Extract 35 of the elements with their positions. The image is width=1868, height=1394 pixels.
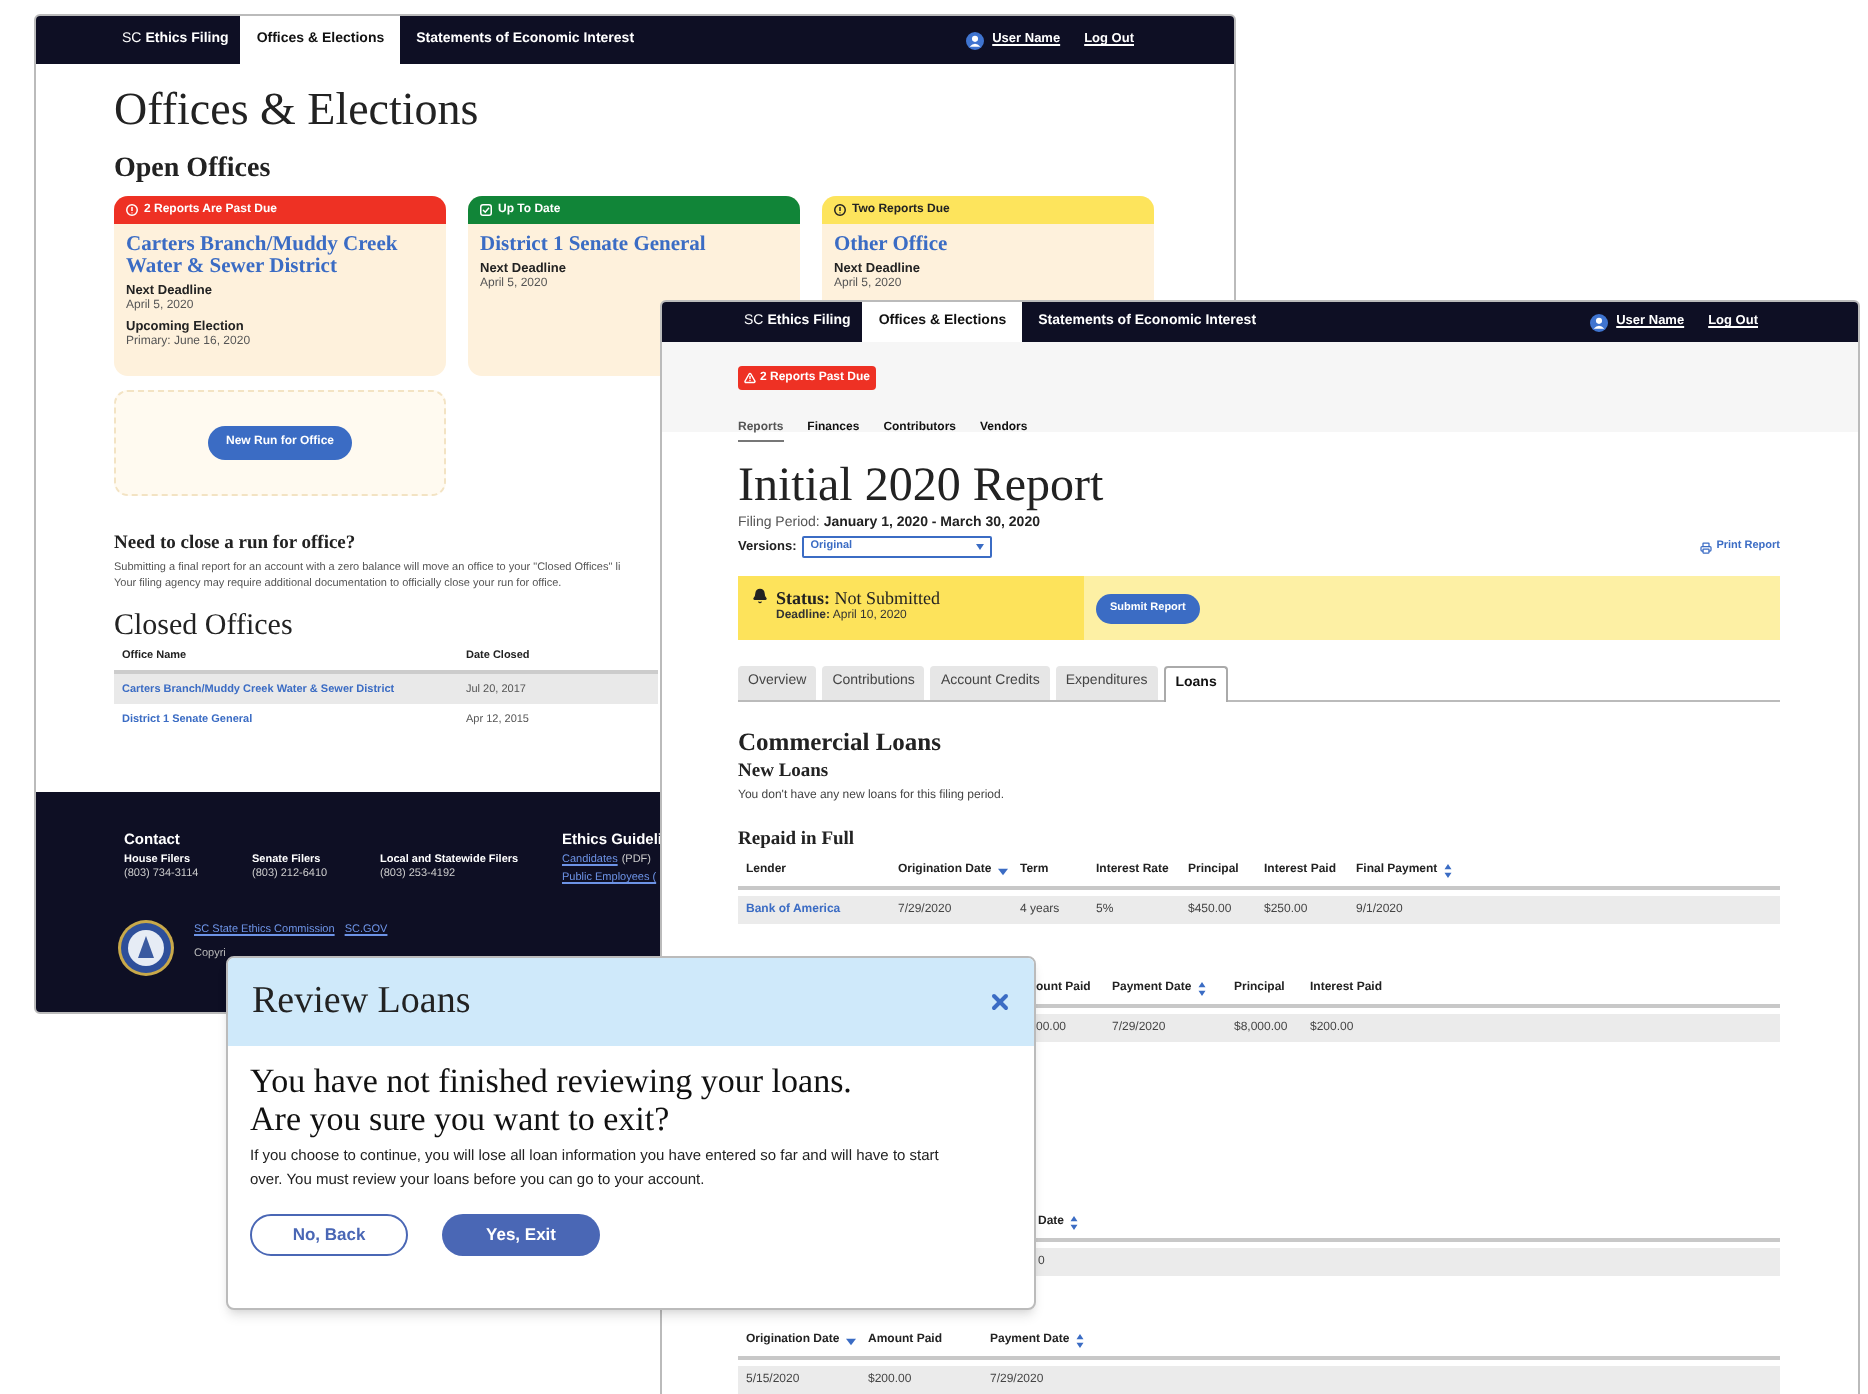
office-name-link[interactable]: District 1 Senate General [480,234,788,256]
warning-icon [744,372,756,384]
section-heading: Open Offices [114,154,273,186]
sort-icon[interactable] [997,867,1008,875]
section-heading: Closed Offices [114,608,293,644]
sort-icon[interactable] [1197,982,1206,996]
dialog-question: Are you sure you want to exit? [250,1100,672,1138]
check-icon [480,204,492,216]
bell-icon [752,588,768,604]
section-heading: Need to close a run for office? [114,532,356,556]
close-button[interactable] [988,990,1012,1014]
printer-icon [1700,541,1713,553]
page-title: Offices & Elections [114,82,481,138]
section-heading: Commercial Loans [738,728,943,756]
sort-icon[interactable] [1075,1334,1084,1348]
user-avatar-icon [966,31,985,49]
dialog-question: You have not finished reviewing your loans. [250,1062,854,1100]
close-icon [988,990,1012,1014]
dialog-title: Review Loans [252,977,471,1026]
sort-icon[interactable] [845,1337,856,1345]
alert-circle-icon [126,204,138,216]
caret-icon [976,544,985,550]
exit-button[interactable]: Yes, Exit [442,1214,600,1256]
status-text: Status: Not Submitted [776,588,941,608]
office-name-link[interactable]: Other Office [834,234,1142,256]
user-avatar-icon [1590,313,1609,331]
seal-icon [116,918,176,979]
sort-icon[interactable] [1443,864,1452,878]
subsection-heading: New Loans [738,760,831,784]
subsection-heading: Repaid in Full [738,828,857,852]
office-name-link[interactable]: Carters Branch/Muddy Creek Water & Sewer District [126,234,434,278]
sort-icon[interactable] [1070,1216,1079,1230]
back-button[interactable]: No, Back [250,1214,408,1256]
alert-circle-icon [834,204,846,216]
report-title: Initial 2020 Report [738,458,1106,514]
